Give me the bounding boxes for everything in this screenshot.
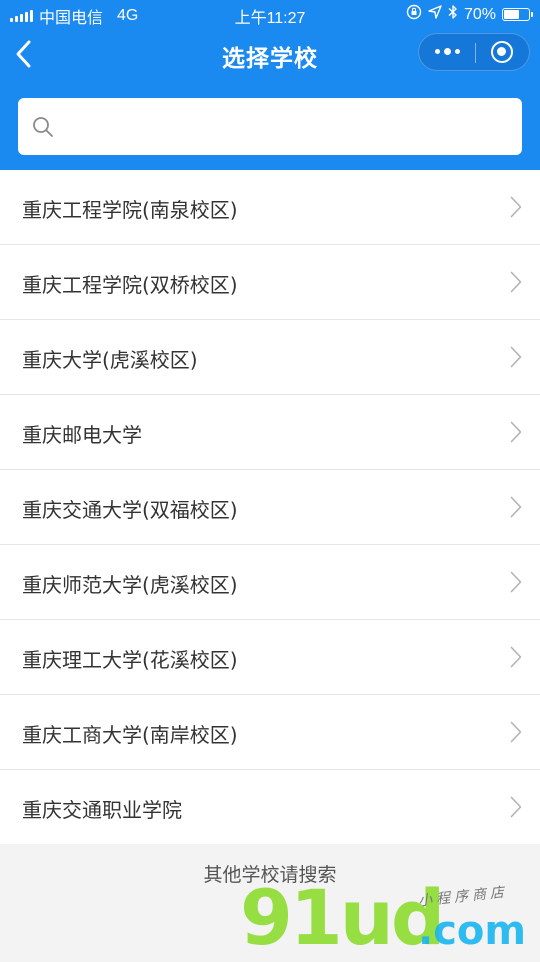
- school-list-item[interactable]: 重庆工程学院(南泉校区): [0, 170, 540, 245]
- status-bar: 中国电信 4G 上午11:27 70%: [0, 0, 540, 28]
- school-name: 重庆工商大学(南岸校区): [22, 723, 238, 747]
- chevron-right-icon: [510, 721, 522, 743]
- battery-percent: 70%: [463, 5, 496, 23]
- orientation-lock-icon: [406, 4, 422, 25]
- miniprogram-capsule: [418, 33, 530, 71]
- search-icon: [32, 116, 54, 138]
- navigation-bar: 选择学校: [0, 28, 540, 82]
- school-list-item[interactable]: 重庆工程学院(双桥校区): [0, 245, 540, 320]
- bluetooth-icon: [448, 4, 458, 25]
- watermark-domain: .com: [418, 908, 527, 954]
- school-name: 重庆大学(虎溪校区): [22, 348, 198, 372]
- school-list-item[interactable]: 重庆交通大学(双福校区): [0, 470, 540, 545]
- school-list-item[interactable]: 重庆理工大学(花溪校区): [0, 620, 540, 695]
- school-name: 重庆交通大学(双福校区): [22, 498, 238, 522]
- chevron-right-icon: [510, 346, 522, 368]
- school-name: 重庆师范大学(虎溪校区): [22, 573, 238, 597]
- chevron-right-icon: [510, 421, 522, 443]
- school-name: 重庆工程学院(双桥校区): [22, 273, 238, 297]
- more-options-button[interactable]: [435, 48, 460, 55]
- chevron-right-icon: [510, 796, 522, 818]
- chevron-right-icon: [510, 646, 522, 668]
- close-miniprogram-button[interactable]: [491, 41, 513, 63]
- school-list: 重庆工程学院(南泉校区) 重庆工程学院(双桥校区) 重庆大学(虎溪校区) 重庆邮电大学…: [0, 170, 540, 844]
- school-name: 重庆理工大学(花溪校区): [22, 648, 238, 672]
- school-list-item[interactable]: 重庆邮电大学: [0, 395, 540, 470]
- watermark-brand: 91ud: [240, 873, 445, 962]
- capsule-divider: [475, 43, 476, 63]
- chevron-right-icon: [510, 571, 522, 593]
- school-name: 重庆工程学院(南泉校区): [22, 198, 238, 222]
- school-list-item[interactable]: 重庆师范大学(虎溪校区): [0, 545, 540, 620]
- location-icon: [428, 5, 442, 24]
- school-list-item[interactable]: 重庆交通职业学院: [0, 770, 540, 844]
- school-name: 重庆邮电大学: [22, 423, 142, 447]
- school-list-item[interactable]: 重庆工商大学(南岸校区): [0, 695, 540, 770]
- chevron-right-icon: [510, 271, 522, 293]
- chevron-right-icon: [510, 496, 522, 518]
- search-box[interactable]: [18, 98, 522, 155]
- battery-icon: [502, 8, 533, 21]
- watermark-logo: 91ud 小程序商店 .com: [240, 880, 540, 960]
- header: 中国电信 4G 上午11:27 70% 选择学校: [0, 0, 540, 170]
- school-name: 重庆交通职业学院: [22, 798, 182, 822]
- school-list-item[interactable]: 重庆大学(虎溪校区): [0, 320, 540, 395]
- search-input[interactable]: [66, 108, 510, 146]
- chevron-right-icon: [510, 196, 522, 218]
